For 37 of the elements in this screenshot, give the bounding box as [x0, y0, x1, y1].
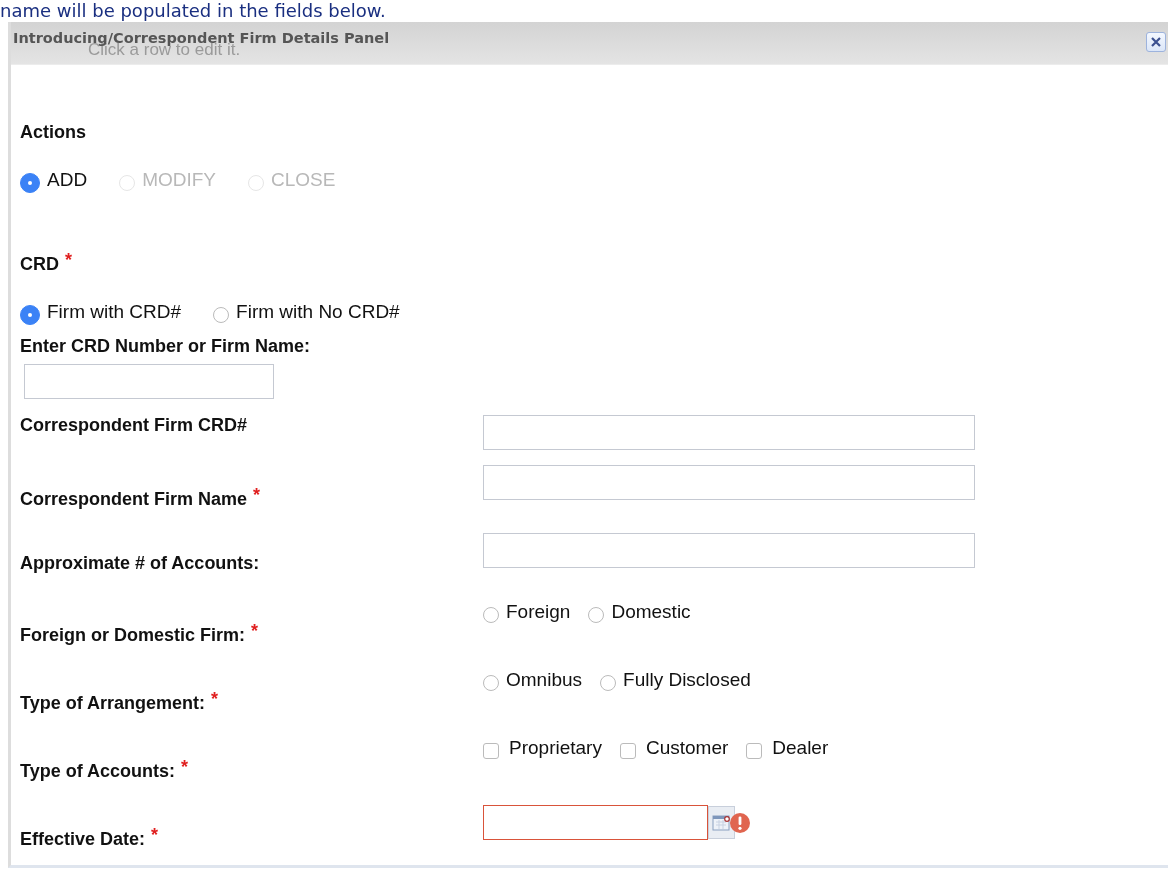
field-label: Enter CRD Number or Firm Name: — [20, 335, 312, 357]
field-label: Approximate # of Accounts: — [20, 553, 260, 573]
radio-option[interactable]: ADD — [20, 167, 88, 193]
text-field[interactable] — [483, 415, 975, 450]
checkbox-option[interactable]: Dealer — [746, 737, 829, 759]
radio-option[interactable]: Omnibus — [483, 669, 583, 691]
text-field[interactable] — [483, 465, 975, 500]
field-label: Foreign or Domestic Firm: — [20, 625, 246, 645]
close-button[interactable] — [1146, 32, 1166, 52]
checkbox-option[interactable]: Proprietary — [483, 737, 602, 759]
radio-option[interactable]: Foreign — [483, 601, 571, 623]
radio-option[interactable]: Domestic — [588, 601, 691, 623]
error-icon — [729, 811, 751, 834]
field-label: Type of Arrangement: — [20, 693, 206, 713]
required-asterisk: * — [181, 757, 189, 777]
search-field[interactable] — [24, 364, 274, 399]
calendar-icon — [711, 813, 732, 832]
calendar-button[interactable] — [708, 806, 735, 839]
section-label: Actions — [20, 121, 87, 143]
field-label: Correspondent Firm Name — [20, 489, 248, 509]
field-label: Correspondent Firm CRD# — [20, 415, 248, 435]
required-asterisk: * — [211, 689, 219, 709]
date-field[interactable] — [483, 805, 708, 840]
radio-option[interactable]: Fully Disclosed — [600, 669, 751, 691]
required-asterisk: * — [65, 250, 72, 270]
instruction-text: name will be populated in the fields below. — [0, 0, 387, 22]
checkbox-option[interactable]: Customer — [619, 737, 729, 759]
field-label: Type of Accounts: — [20, 761, 175, 781]
text-field[interactable] — [483, 533, 975, 568]
radio-option[interactable]: Firm with CRD# — [20, 299, 182, 325]
close-icon — [1149, 35, 1163, 49]
required-asterisk: * — [253, 485, 261, 505]
section-label: CRD — [20, 254, 59, 274]
required-asterisk: * — [251, 621, 259, 641]
field-label: Effective Date: — [20, 829, 146, 849]
radio-option[interactable]: Firm with No CRD# — [213, 301, 400, 323]
required-asterisk: * — [151, 825, 159, 845]
